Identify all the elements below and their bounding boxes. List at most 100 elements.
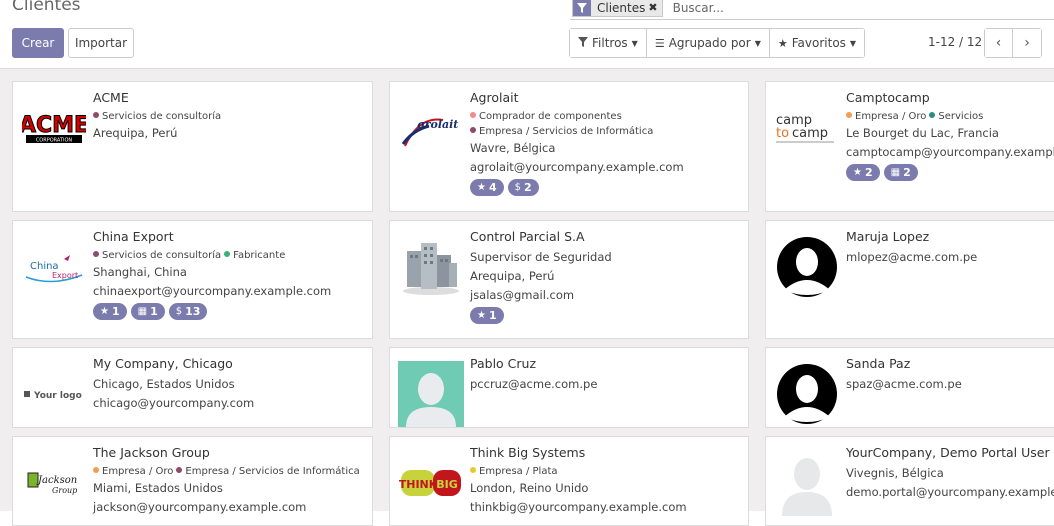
search-input[interactable] [670,0,871,16]
kanban-card[interactable]: ACME CORPORATION ACME Servicios de consulto… [12,81,373,212]
search-facet: Clientes ✖ [572,0,663,17]
card-body: My Company, Chicago Chicago, Estados Unid… [93,356,372,413]
kanban-card[interactable]: THINK BIG Think Big Systems Empresa / Plata… [389,436,749,526]
card-title: My Company, Chicago [93,356,233,371]
category-tag: Empresa / Plata [470,464,558,479]
count-badge[interactable]: ▦ 1 [130,303,165,320]
count-badge[interactable]: $13 [168,303,208,320]
count-badge[interactable]: $2 [507,179,539,196]
kanban-card[interactable]: Control Parcial S.A Supervisor de Segurid… [389,220,749,339]
caret-down-icon: ▼ [849,38,857,48]
badge-value: 1 [150,305,158,318]
card-info-line: Chicago, Estados Unidos [93,377,235,391]
count-badge[interactable]: ★ 1 [470,307,504,324]
pager-value[interactable]: 1-12 / 12 [928,35,982,49]
kanban-card[interactable]: Pablo Cruz pccruz@acme.com.pe [389,347,749,428]
count-badge[interactable]: ▦ 2 [883,164,918,181]
svg-text:CORPORATION: CORPORATION [36,138,73,144]
agrolait-logo: grolait [398,95,464,161]
category-tag: Fabricante [224,248,285,263]
import-button[interactable]: Importar [68,28,134,58]
chinaexport-logo: China Export [21,234,87,300]
category-tag: Comprador de componentes [470,109,622,124]
badge-value: 4 [488,181,497,194]
svg-text:to: to [776,126,789,141]
category-tag: Empresa / Servicios de Informática [176,464,360,479]
search-options: Filtros ▼ ☰ Agrupado por ▼ ★ Favoritos ▼ [569,28,866,58]
card-info-line: spaz@acme.com.pe [846,377,962,391]
tag-color-dot [929,112,936,118]
card-info-line: demo.portal@yourcompany.example.com [846,485,1054,499]
tag-color-dot [176,467,183,473]
tag-list: Servicios de consultoría [93,109,372,124]
create-button[interactable]: Crear [12,28,64,58]
card-title: Agrolait [470,90,519,105]
tag-label: Fabricante [233,250,286,261]
card-body: Sanda Paz spaz@acme.com.pe [846,356,1054,394]
category-tag: Servicios [929,109,983,124]
card-body: The Jackson Group Empresa / Oro Empresa / … [93,445,372,517]
pager-next-button[interactable]: › [1013,29,1041,57]
filters-label: Filtros [592,36,628,50]
card-body: Pablo Cruz pccruz@acme.com.pe [470,356,748,394]
kanban-card[interactable]: grolait Agrolait Comprador de componentes E… [389,81,749,212]
kanban-card[interactable]: Your logo My Company, Chicago Chicago, Est… [12,347,373,428]
kanban-card[interactable]: Sanda Paz spaz@acme.com.pe [765,347,1054,428]
kanban-card[interactable]: Jackson Group The Jackson Group Empresa / O… [12,436,373,526]
filter-icon [573,0,591,16]
count-badge[interactable]: ★ 1 [93,303,127,320]
kanban-card[interactable]: Maruja Lopez mlopez@acme.com.pe [765,220,1054,339]
tag-color-dot [93,467,99,473]
filter-icon [578,36,588,50]
card-info-line: agrolait@yourcompany.example.com [470,160,684,174]
pager-previous-button[interactable]: ‹ [985,29,1013,57]
card-info-line: mlopez@acme.com.pe [846,250,978,264]
camptocamp-logo: camp to camp [774,95,840,161]
groupby-button[interactable]: ☰ Agrupado por ▼ [646,29,770,57]
card-info-line: Le Bourget du Lac, Francia [846,126,999,140]
count-badge[interactable]: ★ 4 [470,179,504,196]
search-bar[interactable]: Clientes ✖ [570,0,1054,20]
tag-label: Empresa / Oro [855,111,927,122]
tag-label: Empresa / Plata [479,466,558,477]
category-tag: Servicios de consultoría [93,248,221,263]
card-info-line: pccruz@acme.com.pe [470,377,598,391]
card-info-line: Supervisor de Seguridad [470,250,612,264]
card-title: Maruja Lopez [846,229,930,244]
card-info-line: chinaexport@yourcompany.example.com [93,284,332,298]
search-facet-label: Clientes [597,0,646,15]
star-icon: ★ [100,306,109,317]
avatar-silhouette [774,361,840,427]
yourlogo-logo: Your logo [21,361,87,427]
card-body: China Export Servicios de consultoría Fabr… [93,229,372,320]
tag-color-dot [470,467,476,473]
page-title: Clientes [12,0,81,15]
remove-facet-icon[interactable]: ✖ [648,1,661,14]
dollar-icon: $ [514,182,521,193]
count-badge[interactable]: ★ 2 [846,164,880,181]
chevron-left-icon: ‹ [995,35,1002,51]
kanban-card[interactable]: camp to camp Camptocamp Empresa / Oro Servici… [765,81,1054,212]
card-info-line: camptocamp@yourcompany.example.com [846,145,1054,159]
card-title: Sanda Paz [846,356,911,371]
card-info-line: jsalas@gmail.com [470,288,575,302]
tag-list: Comprador de componentes Empresa / Servic… [470,109,748,139]
card-body: Camptocamp Empresa / Oro Servicios Le Bourg… [846,90,1054,181]
card-title: The Jackson Group [93,445,210,460]
card-title: Camptocamp [846,90,930,105]
avatar-silhouette [774,234,840,300]
badge-value: 2 [903,166,911,179]
badge-list: ★ 1 ▦ 1 $13 [93,303,372,320]
card-title: Control Parcial S.A [470,229,585,244]
favorites-label: Favoritos [791,36,846,50]
kanban-card[interactable]: China Export China Export Servicios de cons… [12,220,373,339]
tag-label: Comprador de componentes [479,111,622,122]
kanban-card[interactable]: YourCompany, Demo Portal User Vivegnis, B… [765,436,1054,526]
badge-list: ★ 4 $2 [470,179,748,196]
favorites-button[interactable]: ★ Favoritos ▼ [769,29,865,57]
card-info-line: Shanghai, China [93,265,187,279]
avatar-placeholder-white [774,450,840,516]
filters-button[interactable]: Filtros ▼ [570,29,647,57]
jackson-logo: Jackson Group [21,450,87,516]
card-info-line: London, Reino Unido [470,481,589,495]
